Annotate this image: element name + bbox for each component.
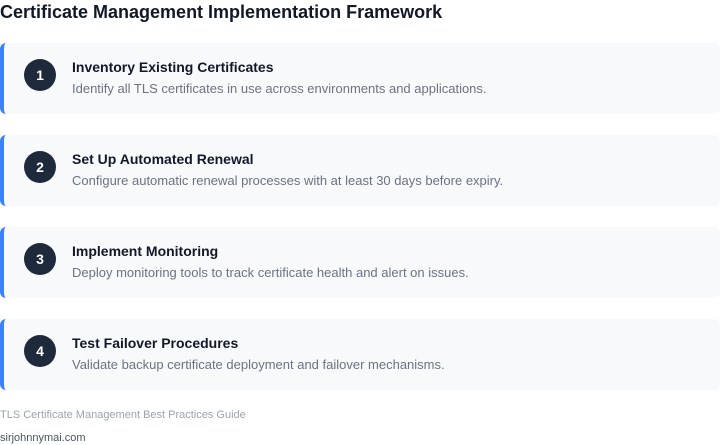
step-description: Configure automatic renewal processes wi… [72,173,504,188]
step-description: Validate backup certificate deployment a… [72,357,445,372]
step-title: Test Failover Procedures [72,335,239,351]
step-description: Identify all TLS certificates in use acr… [72,81,487,96]
step-number-badge: 2 [24,151,56,183]
footer-note: TLS Certificate Management Best Practice… [0,409,246,421]
footer-site-link[interactable]: sirjohnnymai.com [0,432,86,445]
step-number-badge: 3 [24,243,56,275]
step-number-badge: 4 [24,335,56,367]
steps-list: 1 Inventory Existing Certificates Identi… [0,43,720,411]
step-number-badge: 1 [24,59,56,91]
step-title: Inventory Existing Certificates [72,59,274,75]
step-title: Set Up Automated Renewal [72,151,254,167]
page: Certificate Management Implementation Fr… [0,0,720,445]
step-card-4: 4 Test Failover Procedures Validate back… [0,319,720,390]
step-card-2: 2 Set Up Automated Renewal Configure aut… [0,135,720,206]
step-card-1: 1 Inventory Existing Certificates Identi… [0,43,720,114]
step-card-3: 3 Implement Monitoring Deploy monitoring… [0,227,720,298]
page-title: Certificate Management Implementation Fr… [0,2,443,22]
step-description: Deploy monitoring tools to track certifi… [72,265,469,280]
step-title: Implement Monitoring [72,243,219,259]
